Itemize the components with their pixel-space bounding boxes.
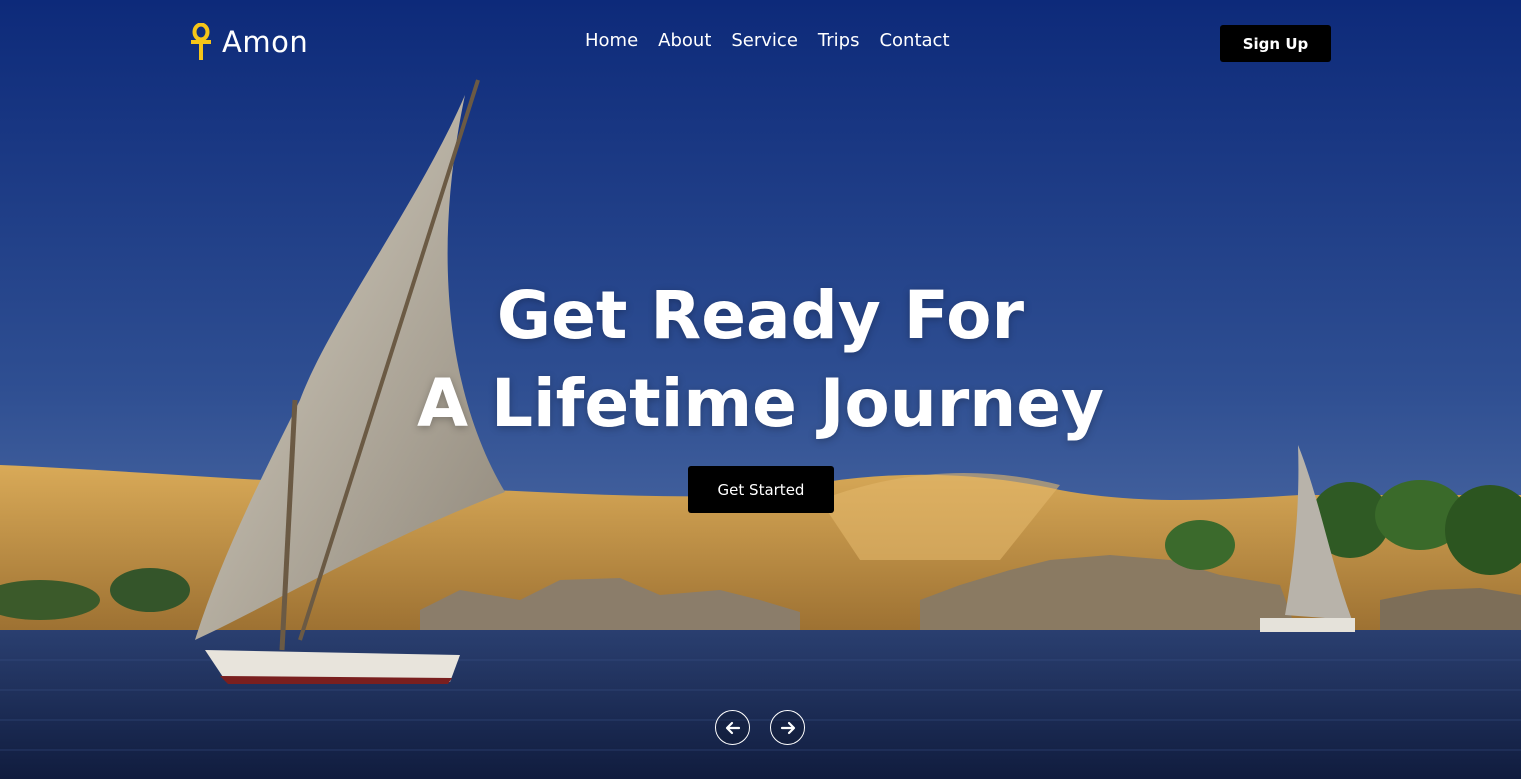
hero-headline-line-2: A Lifetime Journey: [416, 365, 1105, 442]
nav-link-home[interactable]: Home: [585, 30, 638, 51]
brand-name: Amon: [222, 25, 309, 59]
previous-slide-button[interactable]: [715, 710, 750, 745]
arrow-left-icon: [725, 721, 740, 734]
hero-headline: Get Ready For A Lifetime Journey: [0, 272, 1521, 448]
get-started-button[interactable]: Get Started: [688, 466, 834, 513]
next-slide-button[interactable]: [770, 710, 805, 745]
hero-section: Amon Home About Service Trips Contact Si…: [0, 0, 1521, 779]
nav-link-about[interactable]: About: [658, 30, 711, 51]
main-menu: Home About Service Trips Contact: [585, 30, 950, 51]
nav-link-service[interactable]: Service: [731, 30, 798, 51]
top-navbar: Amon Home About Service Trips Contact Si…: [0, 0, 1521, 88]
sign-up-button[interactable]: Sign Up: [1220, 25, 1331, 62]
hero-headline-line-1: Get Ready For: [496, 277, 1025, 354]
arrow-right-icon: [780, 721, 795, 734]
ankh-icon: [191, 23, 211, 60]
nav-link-contact[interactable]: Contact: [879, 30, 949, 51]
brand-logo[interactable]: Amon: [188, 22, 308, 62]
slider-controls: [715, 710, 805, 745]
nav-link-trips[interactable]: Trips: [818, 30, 860, 51]
